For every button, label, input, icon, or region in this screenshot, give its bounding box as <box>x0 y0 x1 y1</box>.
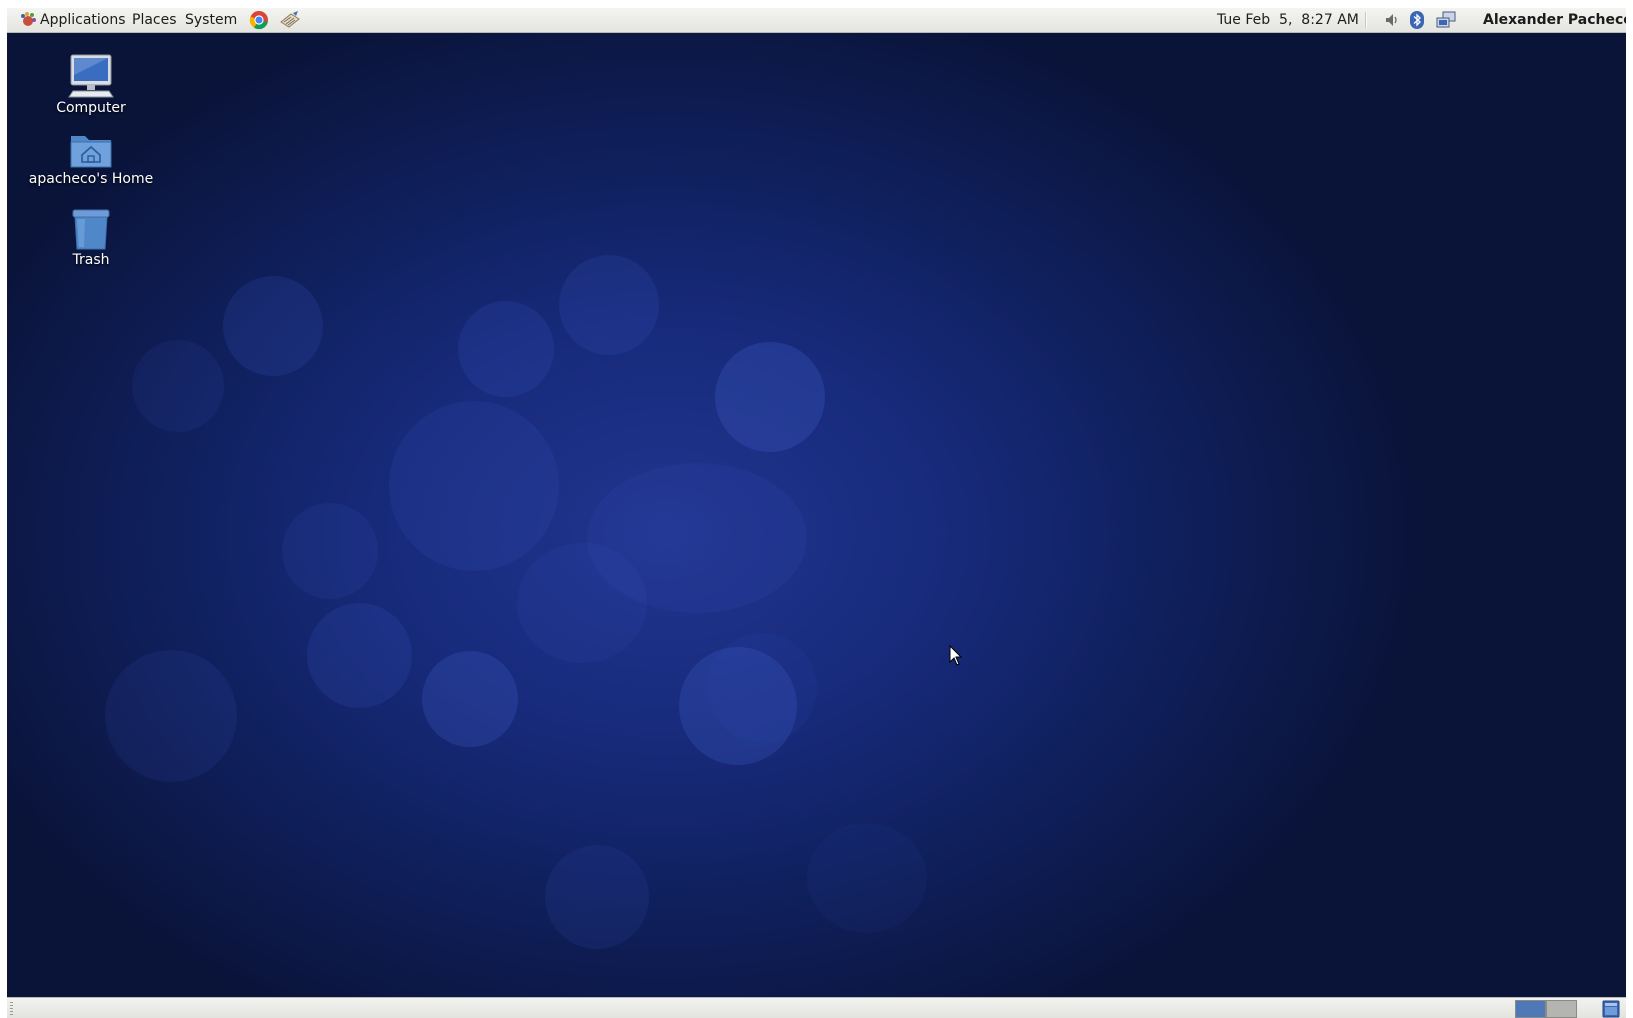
system-label: System <box>185 12 238 28</box>
trash-icon <box>72 209 110 250</box>
user-menu[interactable]: Alexander Pacheco <box>1477 8 1626 32</box>
wallpaper-bokeh <box>132 340 224 432</box>
desktop-icon-label: Computer <box>56 100 126 116</box>
mouse-cursor-icon <box>949 645 963 666</box>
places-label: Places <box>132 12 177 28</box>
screen: Applications Places System Tue Feb 5, 8:… <box>7 8 1626 1018</box>
desktop-icon-label: apacheco's Home <box>28 171 154 187</box>
wallpaper-bokeh <box>715 342 825 452</box>
desktop-icon-label: Trash <box>72 252 110 268</box>
wallpaper-bokeh <box>807 823 927 933</box>
places-menu[interactable]: Places <box>126 8 183 32</box>
wallpaper-bokeh <box>105 650 237 782</box>
trash-applet-icon[interactable] <box>1601 999 1621 1018</box>
bottom-panel <box>7 997 1626 1018</box>
home-folder-icon <box>70 136 112 168</box>
wallpaper-bokeh <box>422 651 518 747</box>
workspace-1[interactable] <box>1515 1000 1546 1018</box>
volume-icon[interactable] <box>1382 11 1400 29</box>
computer-icon <box>68 54 114 98</box>
workspace-switcher[interactable] <box>1515 1000 1579 1018</box>
chrome-icon[interactable] <box>249 10 269 30</box>
wallpaper-bokeh <box>282 503 378 599</box>
panel-separator <box>1365 12 1367 28</box>
applications-menu[interactable]: Applications <box>13 8 132 32</box>
desktop-icon-computer[interactable]: Computer <box>11 53 171 117</box>
wallpaper-bokeh <box>389 401 559 571</box>
desktop-icon-trash[interactable]: Trash <box>11 207 171 269</box>
wallpaper-bokeh <box>307 603 412 708</box>
wallpaper-bokeh <box>223 276 323 376</box>
applications-label: Applications <box>40 12 126 28</box>
desktop[interactable]: Computer apacheco's Home Trash <box>7 33 1626 997</box>
wallpaper-bokeh <box>458 301 554 397</box>
panel-drag-handle[interactable] <box>10 1002 13 1016</box>
system-menu[interactable]: System <box>179 8 243 32</box>
clock[interactable]: Tue Feb 5, 8:27 AM <box>1209 8 1367 32</box>
desktop-icon-home[interactable]: apacheco's Home <box>11 130 171 188</box>
wallpaper-bokeh <box>559 255 659 355</box>
wallpaper-bokeh <box>545 845 649 949</box>
network-icon[interactable] <box>1435 10 1457 30</box>
top-panel: Applications Places System Tue Feb 5, 8:… <box>7 8 1626 33</box>
text-editor-icon[interactable] <box>279 10 301 30</box>
gnome-foot-icon <box>21 12 36 26</box>
wallpaper-bokeh <box>707 633 817 743</box>
workspace-2[interactable] <box>1546 1000 1577 1018</box>
wallpaper-bokeh <box>517 543 647 663</box>
bluetooth-icon[interactable] <box>1409 10 1425 30</box>
